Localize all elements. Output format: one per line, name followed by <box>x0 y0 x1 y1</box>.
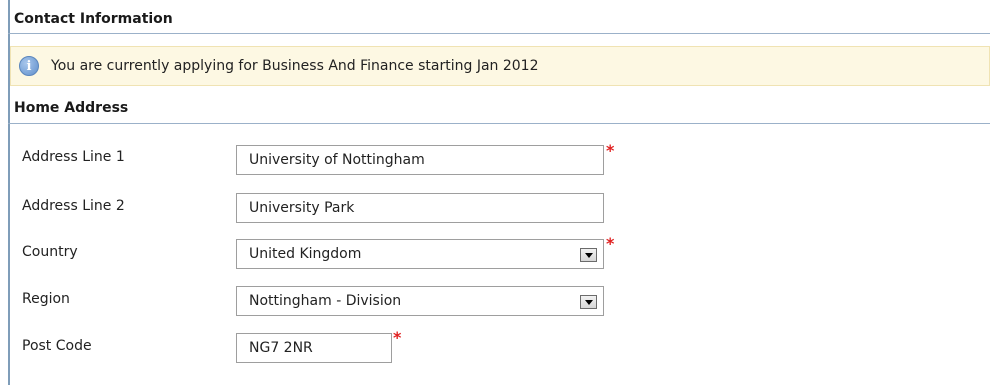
address-line-2-label: Address Line 2 <box>22 198 125 214</box>
post-code-input[interactable]: NG7 2NR <box>236 333 392 363</box>
country-select[interactable]: United Kingdom <box>236 239 604 269</box>
home-address-header: Home Address <box>8 96 990 124</box>
post-code-label: Post Code <box>22 338 92 354</box>
info-message: You are currently applying for Business … <box>51 58 539 74</box>
address-line-2-input[interactable]: University Park <box>236 193 604 223</box>
country-selected-value: United Kingdom <box>249 246 362 262</box>
country-required-marker: * <box>606 234 615 253</box>
chevron-down-icon[interactable] <box>580 295 597 309</box>
address-line-1-input[interactable]: University of Nottingham <box>236 145 604 175</box>
country-label: Country <box>22 244 78 260</box>
region-select[interactable]: Nottingham - Division <box>236 286 604 316</box>
address-line-1-required-marker: * <box>606 141 615 160</box>
address-line-1-label: Address Line 1 <box>22 149 125 165</box>
region-label: Region <box>22 291 70 307</box>
chevron-down-icon[interactable] <box>580 248 597 262</box>
info-icon: i <box>19 56 39 76</box>
region-selected-value: Nottingham - Division <box>249 293 402 309</box>
info-banner: i You are currently applying for Busines… <box>10 46 990 86</box>
post-code-required-marker: * <box>393 328 402 347</box>
contact-information-header: Contact Information <box>8 6 990 34</box>
